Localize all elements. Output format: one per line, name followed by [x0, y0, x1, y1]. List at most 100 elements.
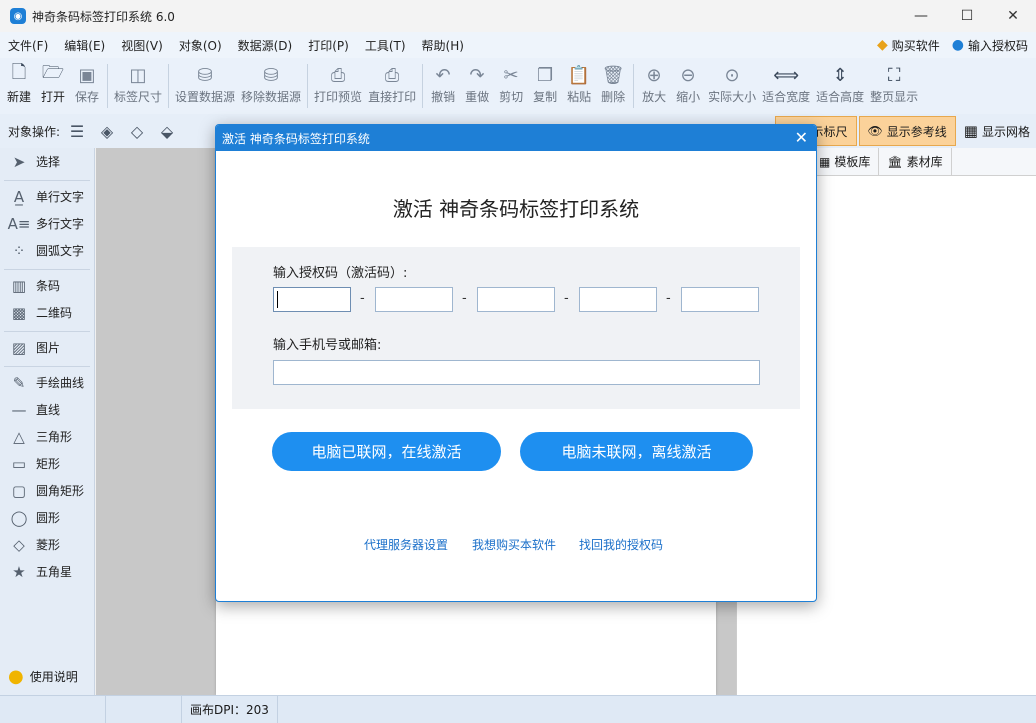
help-link[interactable]: ● 使用说明 — [8, 666, 78, 687]
tool-arc-text[interactable]: ⁘ 圆弧文字 — [0, 237, 94, 264]
set-datasource-button[interactable]: ⛁ 设置数据源 — [172, 58, 238, 105]
rectangle-icon: ▭ — [11, 454, 27, 473]
phone-email-field[interactable] — [273, 360, 760, 385]
layers-bottom-icon[interactable]: ⬙ — [154, 120, 180, 142]
minimize-button[interactable]: — — [898, 0, 944, 32]
buy-software-link[interactable]: ◆ 购买软件 — [877, 37, 940, 54]
zoom-in-icon: ⊕ — [646, 64, 662, 86]
menu-view[interactable]: 视图(V) — [113, 37, 171, 54]
label-size-button[interactable]: ◫ 标签尺寸 — [111, 58, 165, 105]
new-button[interactable]: 🗋 新建 — [2, 58, 36, 105]
tool-multi-text[interactable]: A≡ 多行文字 — [0, 210, 94, 237]
print-preview-label: 打印预览 — [314, 90, 363, 104]
tool-star-label: 五角星 — [36, 565, 73, 579]
undo-button[interactable]: ↶ 撤销 — [426, 58, 460, 105]
code-field-5[interactable] — [681, 287, 759, 312]
cut-label: 剪切 — [499, 90, 524, 104]
fit-width-button[interactable]: ⟺ 适合宽度 — [759, 58, 813, 105]
paste-icon: 📋 — [567, 64, 591, 86]
text-cursor — [277, 291, 278, 308]
buy-software-dialog-link[interactable]: 我想购买本软件 — [472, 536, 556, 553]
eye-icon: 👁 — [867, 124, 883, 138]
tool-rectangle[interactable]: ▭ 矩形 — [0, 450, 94, 477]
layers-top-icon[interactable]: ◈ — [94, 120, 120, 142]
tool-single-text[interactable]: A̲ 单行文字 — [0, 183, 94, 210]
recover-license-link[interactable]: 找回我的授权码 — [579, 536, 663, 553]
tool-diamond[interactable]: ◇ 菱形 — [0, 531, 94, 558]
help-label: 使用说明 — [29, 670, 78, 684]
tool-divider — [4, 264, 90, 270]
delete-icon: 🗑 — [601, 64, 625, 86]
close-button[interactable]: ✕ — [990, 0, 1036, 32]
arc-text-icon: ⁘ — [12, 241, 26, 260]
zoom-in-label: 放大 — [642, 90, 667, 104]
pointer-icon: ➤ — [12, 152, 26, 171]
undo-icon: ↶ — [435, 64, 451, 86]
layers-up-icon[interactable]: ☰ — [64, 120, 90, 142]
menu-file[interactable]: 文件(F) — [0, 37, 56, 54]
tool-star[interactable]: ★ 五角星 — [0, 558, 94, 585]
tool-select[interactable]: ➤ 选择 — [0, 148, 94, 175]
main-toolbar: 🗋 新建 🗁 打开 ▣ 保存 ◫ 标签尺寸 ⛁ 设置数据源 ⛁ 移除数据源 ⎙ 打印预览 ⎙ 直… — [0, 58, 1036, 114]
enter-license-label: 输入授权码 — [967, 38, 1028, 53]
paste-label: 粘贴 — [567, 90, 592, 104]
tool-rounded-rect[interactable]: ▢ 圆角矩形 — [0, 477, 94, 504]
tool-image[interactable]: ▨ 图片 — [0, 334, 94, 361]
fit-height-button[interactable]: ⇕ 适合高度 — [813, 58, 867, 105]
dialog-close-icon[interactable]: ✕ — [795, 128, 808, 147]
menu-object[interactable]: 对象(O) — [171, 37, 230, 54]
paste-button[interactable]: 📋 粘贴 — [562, 58, 596, 105]
open-button[interactable]: 🗁 打开 — [36, 58, 70, 105]
remove-datasource-button[interactable]: ⛁ 移除数据源 — [238, 58, 304, 105]
cut-icon: ✂ — [503, 64, 519, 86]
code-dash: - — [666, 291, 671, 306]
tool-line[interactable]: — 直线 — [0, 396, 94, 423]
menu-tools[interactable]: 工具(T) — [357, 37, 414, 54]
code-field-2[interactable] — [375, 287, 453, 312]
layers-down-icon[interactable]: ◇ — [124, 120, 150, 142]
tool-circle[interactable]: ◯ 圆形 — [0, 504, 94, 531]
direct-print-button[interactable]: ⎙ 直接打印 — [365, 58, 419, 105]
show-guides-toggle[interactable]: 👁 显示参考线 — [858, 116, 956, 146]
tool-freehand[interactable]: ✎ 手绘曲线 — [0, 369, 94, 396]
code-field-3[interactable] — [477, 287, 555, 312]
tab-asset-library[interactable]: 🏛 素材库 — [879, 147, 952, 176]
print-preview-button[interactable]: ⎙ 打印预览 — [311, 58, 365, 105]
code-field-4[interactable] — [579, 287, 657, 312]
proxy-settings-link[interactable]: 代理服务器设置 — [364, 536, 448, 553]
delete-button[interactable]: 🗑 删除 — [596, 58, 630, 105]
actual-size-button[interactable]: ⊙ 实际大小 — [705, 58, 759, 105]
online-activate-button[interactable]: 电脑已联网，在线激活 — [272, 432, 501, 471]
show-grid-toggle[interactable]: ▦ 显示网格 — [958, 122, 1036, 140]
code-field-1[interactable] — [273, 287, 351, 312]
cut-button[interactable]: ✂ 剪切 — [494, 58, 528, 105]
open-icon: 🗁 — [41, 62, 65, 83]
tool-barcode[interactable]: ▥ 条码 — [0, 272, 94, 299]
fit-page-label: 整页显示 — [870, 90, 919, 104]
redo-button[interactable]: ↷ 重做 — [460, 58, 494, 105]
enter-license-link[interactable]: ● 输入授权码 — [952, 37, 1028, 54]
window-title: 神奇条码标签打印系统 6.0 — [32, 9, 175, 24]
tool-image-label: 图片 — [36, 341, 61, 355]
phone-label: 输入手机号或邮箱: — [273, 338, 382, 353]
fit-page-button[interactable]: ⛶ 整页显示 — [867, 58, 921, 105]
tool-divider — [4, 175, 90, 181]
tool-arc-text-label: 圆弧文字 — [36, 244, 85, 258]
grid-icon: ▦ — [963, 122, 978, 140]
zoom-out-button[interactable]: ⊖ 缩小 — [671, 58, 705, 105]
tool-triangle[interactable]: △ 三角形 — [0, 423, 94, 450]
save-button[interactable]: ▣ 保存 — [70, 58, 104, 105]
menu-print[interactable]: 打印(P) — [300, 37, 357, 54]
copy-button[interactable]: ❐ 复制 — [528, 58, 562, 105]
zoom-in-button[interactable]: ⊕ 放大 — [637, 58, 671, 105]
tool-line-label: 直线 — [36, 403, 61, 417]
tool-qrcode[interactable]: ▩ 二维码 — [0, 299, 94, 326]
toolbar-divider — [168, 64, 170, 108]
menu-datasource[interactable]: 数据源(D) — [230, 37, 301, 54]
diamond-icon: ◆ — [876, 37, 888, 53]
menu-edit[interactable]: 编辑(E) — [56, 37, 113, 54]
menu-help[interactable]: 帮助(H) — [414, 37, 472, 54]
maximize-button[interactable]: ☐ — [944, 0, 990, 32]
save-icon: ▣ — [78, 64, 96, 86]
offline-activate-button[interactable]: 电脑未联网，离线激活 — [520, 432, 753, 471]
